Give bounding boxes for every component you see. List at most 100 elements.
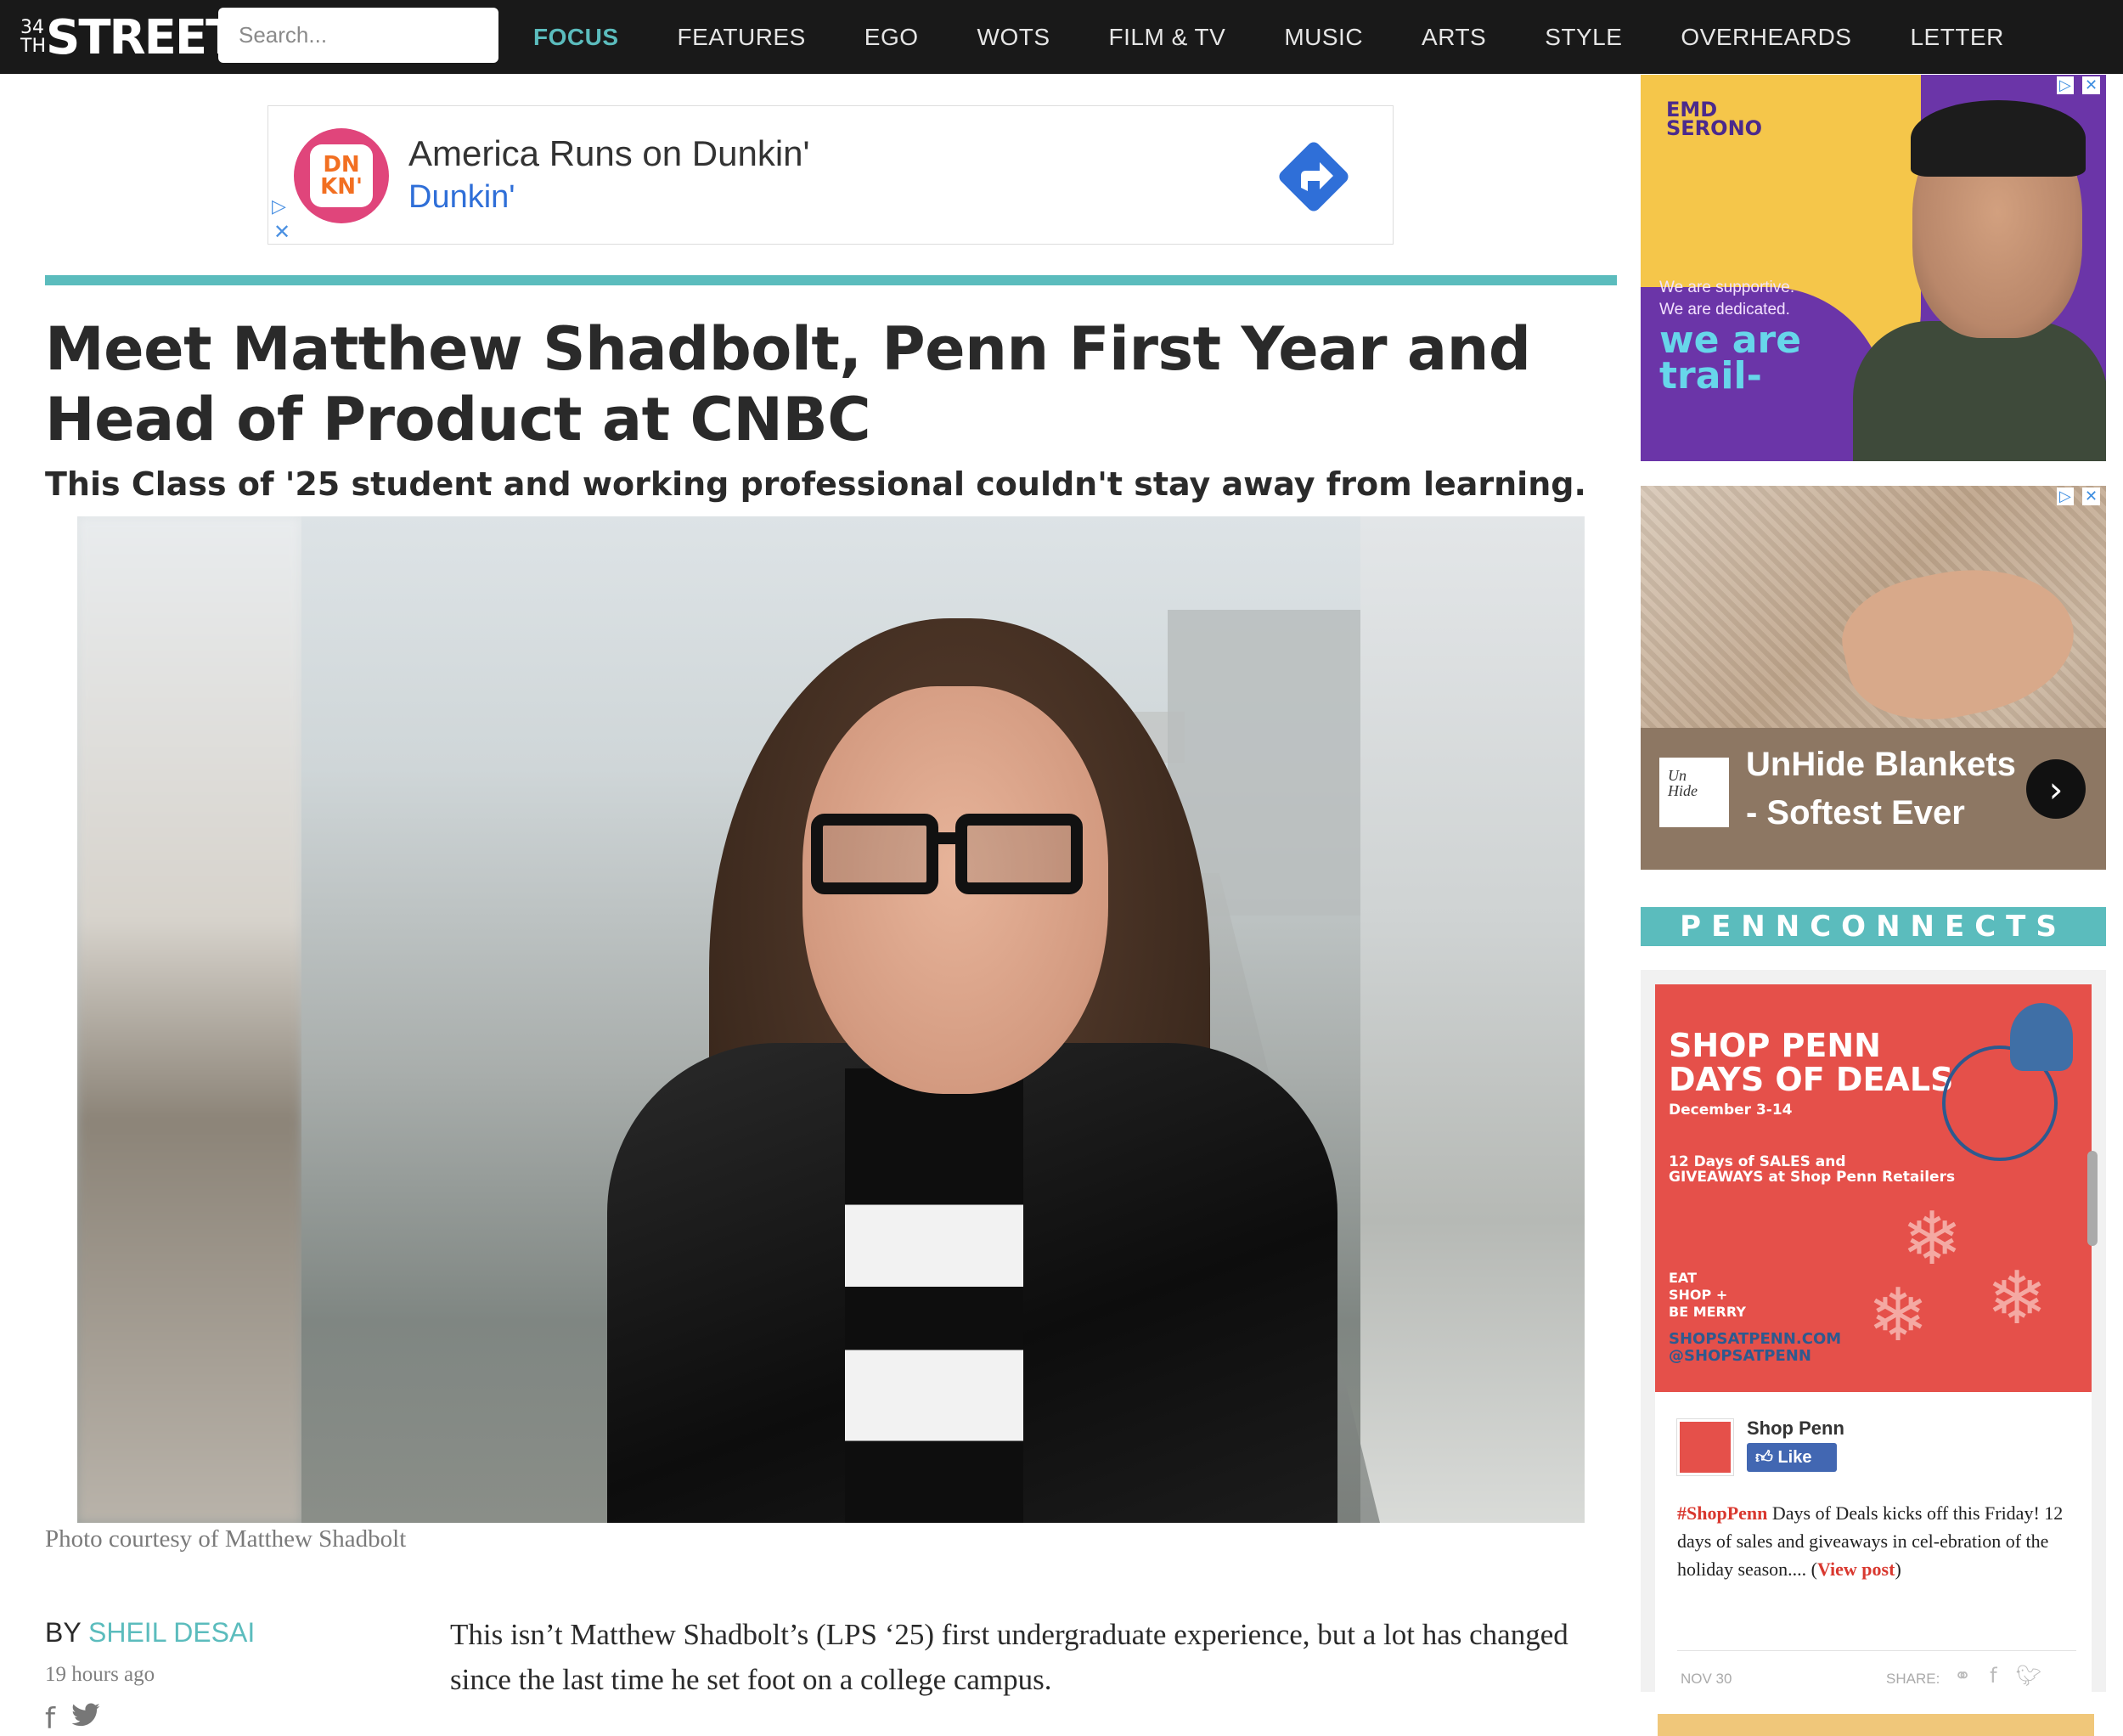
nav-links: FOCUS FEATURES EGO WOTS FILM & TV MUSIC … — [533, 0, 2063, 74]
adchoices-icon[interactable]: ▷ — [272, 196, 286, 217]
emd-logo: EMD SERONO — [1666, 99, 1763, 140]
close-icon[interactable]: ✕ — [2082, 488, 2101, 505]
emd-person-hair — [1911, 100, 2086, 177]
unhide-logo: Un Hide — [1659, 758, 1729, 827]
nav-link-letter[interactable]: LETTER — [1910, 24, 2003, 51]
article-body-paragraph: This isn’t Matthew Shadbolt’s (LPS ‘25) … — [450, 1618, 1568, 1696]
nav-link-features[interactable]: FEATURES — [678, 24, 806, 51]
shop-penn-avatar[interactable] — [1677, 1419, 1733, 1475]
poster-eat-line-2: SHOP + — [1669, 1287, 1728, 1303]
fb-share-icons: ⚭ f 🐦︎ — [1954, 1664, 2041, 1688]
emd-tagline-2: We are dedicated. — [1659, 301, 1790, 318]
fb-view-post-link[interactable]: View post — [1817, 1558, 1895, 1580]
byline-label: BY — [45, 1617, 82, 1648]
chevron-right-icon[interactable]: › — [2026, 759, 2086, 819]
pennconnects-header: PENNCONNECTS — [1641, 907, 2106, 946]
nav-link-wots[interactable]: WOTS — [977, 24, 1050, 51]
logo-number: 34 TH — [20, 19, 46, 56]
snowflake-icon: ❄ — [1901, 1197, 1963, 1282]
dunkin-logo-mark: DN KN' — [310, 144, 373, 207]
poster-url: SHOPSATPENN.COM @SHOPSATPENN — [1669, 1331, 1841, 1365]
ad-headline: America Runs on Dunkin' — [408, 133, 810, 173]
article-top-rule — [45, 275, 1617, 285]
unhide-title-line-2: - Softest Ever — [1746, 794, 1965, 831]
unhide-logo-line-1: Un — [1668, 767, 1687, 784]
photo-glasses-bridge — [937, 832, 959, 844]
fb-like-label: Like — [1777, 1448, 1812, 1467]
twitter-icon[interactable]: 🐦︎ — [2016, 1664, 2041, 1688]
directions-arrow-icon[interactable] — [1275, 138, 1352, 215]
logo-num-bottom: TH — [20, 36, 46, 57]
unhide-logo-line-2: Hide — [1668, 782, 1698, 799]
photo-blur-left — [77, 516, 301, 1523]
nav-link-ego[interactable]: EGO — [864, 24, 919, 51]
adchoices-icon[interactable]: ▷ — [2057, 76, 2074, 94]
nav-link-film-tv[interactable]: FILM & TV — [1109, 24, 1226, 51]
fb-post-end: ) — [1895, 1558, 1901, 1580]
byline: BY SHEIL DESAI — [45, 1617, 255, 1649]
dunkin-banner-ad[interactable]: DN KN' America Runs on Dunkin' Dunkin' ▷ … — [267, 105, 1394, 245]
poster-title: SHOP PENN DAYS OF DEALS — [1669, 1029, 1953, 1096]
unhide-title-line-1: UnHide Blankets — [1746, 746, 2016, 783]
thumbs-up-icon: 👍︎ — [1755, 1448, 1773, 1467]
nav-link-overheards[interactable]: OVERHEARDS — [1681, 24, 1851, 51]
facebook-icon[interactable]: f — [45, 1702, 55, 1736]
nav-link-arts[interactable]: ARTS — [1422, 24, 1486, 51]
emd-person-suit — [1853, 321, 2106, 461]
fb-divider — [1677, 1650, 2076, 1651]
shop-penn-poster[interactable]: SHOP PENN DAYS OF DEALS December 3-14 12… — [1655, 984, 2092, 1392]
photo-center — [301, 516, 1380, 1523]
photo-person-shirt — [845, 1068, 1023, 1523]
fb-page-name[interactable]: Shop Penn — [1747, 1418, 1844, 1440]
logo-num-top: 34 — [20, 17, 44, 38]
nav-link-focus[interactable]: FOCUS — [533, 24, 619, 51]
poster-eat-line-3: BE MERRY — [1669, 1304, 1746, 1320]
facebook-post-card: SHOP PENN DAYS OF DEALS December 3-14 12… — [1655, 984, 2092, 1692]
emd-slogan: we are trail- — [1659, 318, 1802, 395]
facebook-icon[interactable]: f — [1990, 1664, 1996, 1688]
ad-brand: Dunkin' — [408, 179, 515, 215]
photo-blur-right — [1360, 516, 1585, 1523]
poster-url-line-2: @SHOPSATPENN — [1669, 1347, 1811, 1365]
article-photo — [77, 516, 1585, 1523]
winter-hat-icon — [2010, 1003, 2073, 1071]
top-nav: 34 TH STREET FOCUS FEATURES EGO WOTS FIL… — [0, 0, 2123, 74]
unhide-blankets-ad[interactable]: Un Hide UnHide Blankets - Softest Ever ›… — [1641, 486, 2106, 870]
logo-word: STREET — [46, 9, 238, 65]
emd-serono-ad[interactable]: EMD SERONO We are supportive. We are ded… — [1641, 75, 2106, 461]
fb-share-label: SHARE: — [1886, 1671, 1940, 1687]
fb-hashtag[interactable]: #ShopPenn — [1677, 1502, 1767, 1524]
unhide-title: UnHide Blankets - Softest Ever — [1746, 741, 2016, 837]
photo-glasses-left — [811, 814, 938, 894]
link-icon[interactable]: ⚭ — [1954, 1664, 1971, 1688]
timestamp: 19 hours ago — [45, 1663, 155, 1686]
fb-post-date: NOV 30 — [1681, 1671, 1732, 1687]
emd-tagline-1: We are supportive. — [1659, 279, 1795, 296]
poster-eat-line-1: EAT — [1669, 1270, 1697, 1286]
sidebar-scrollbar[interactable] — [2087, 1151, 2098, 1246]
close-icon[interactable]: ✕ — [273, 220, 290, 244]
nav-link-style[interactable]: STYLE — [1545, 24, 1622, 51]
article-headline: Meet Matthew Shadbolt, Penn First Year a… — [45, 314, 1531, 454]
close-icon[interactable]: ✕ — [2082, 76, 2101, 94]
poster-dates: December 3-14 — [1669, 1102, 1793, 1119]
poster-eat-shop: EAT SHOP + BE MERRY — [1669, 1270, 1746, 1321]
snowflake-icon: ❄ — [1867, 1273, 1929, 1358]
poster-title-line-1: SHOP PENN — [1669, 1027, 1881, 1064]
poster-url-line-1: SHOPSATPENN.COM — [1669, 1330, 1842, 1348]
poster-title-line-2: DAYS OF DEALS — [1669, 1061, 1954, 1098]
author-link[interactable]: SHEIL DESAI — [88, 1617, 255, 1648]
nav-link-music[interactable]: MUSIC — [1284, 24, 1363, 51]
poster-description-line-1: 12 Days of SALES and — [1669, 1153, 1846, 1170]
photo-caption: Photo courtesy of Matthew Shadbolt — [45, 1525, 407, 1553]
twitter-icon[interactable] — [70, 1702, 101, 1729]
adchoices-icon[interactable]: ▷ — [2057, 488, 2074, 505]
emd-slogan-line-1: we are — [1659, 318, 1802, 362]
search-input[interactable] — [218, 8, 498, 63]
site-logo[interactable]: 34 TH STREET — [20, 9, 238, 65]
poster-description: 12 Days of SALES and GIVEAWAYS at Shop P… — [1669, 1154, 1955, 1185]
dunkin-logo-line-2: KN' — [320, 174, 363, 200]
fb-like-button[interactable]: 👍︎ Like — [1747, 1443, 1837, 1472]
emd-logo-line-2: SERONO — [1666, 116, 1763, 140]
photo-glasses-right — [955, 814, 1083, 894]
